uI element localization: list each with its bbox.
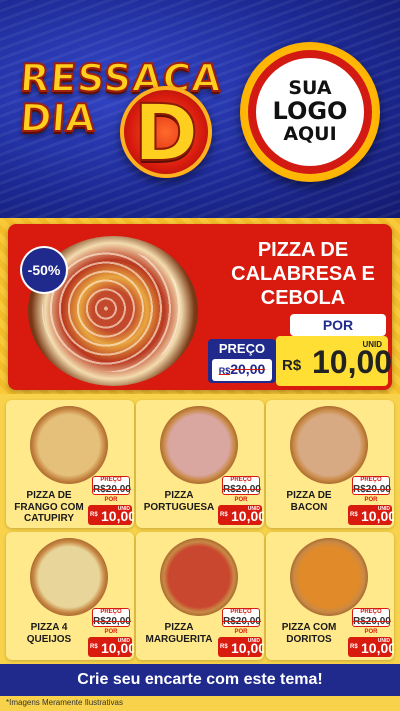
product-grid: PIZZA DE FRANGO COM CATUPIRY PREÇO R$20,00… <box>0 394 400 662</box>
featured-product-name: PIZZA DE CALABRESA E CEBOLA <box>231 239 375 309</box>
por-label: POR <box>290 314 386 336</box>
logo-placeholder[interactable]: SUA LOGO AQUI <box>240 42 380 182</box>
logo-text-line1: SUA <box>288 77 332 100</box>
pizza-image <box>160 406 238 484</box>
new-price-box: R$ 10,00 UNID <box>88 505 134 525</box>
old-price-currency: R$ <box>353 616 366 627</box>
por-label: POR <box>104 629 118 635</box>
por-label: POR <box>364 629 378 635</box>
old-price-currency: R$ <box>223 616 236 627</box>
old-price-currency: R$ <box>93 484 106 495</box>
header-banner: RESSACA DIA D SUA LOGO AQUI <box>0 0 400 218</box>
title-d-badge: D <box>120 86 212 180</box>
new-price-box: R$ 10,00 UNID <box>348 505 394 525</box>
unit-label: UNID <box>377 638 390 644</box>
logo-text-line2: LOGO <box>272 97 348 126</box>
old-price-number: 20,00 <box>235 616 261 627</box>
old-price-number: 20,00 <box>235 484 261 495</box>
por-label: POR <box>104 497 118 503</box>
old-price-number: 20,00 <box>230 361 266 377</box>
por-label: POR <box>234 497 248 503</box>
pizza-image <box>30 406 108 484</box>
old-price-number: 20,00 <box>105 484 131 495</box>
logo-text-line3: AQUI <box>283 122 337 145</box>
discount-badge: -50% <box>22 248 66 292</box>
old-price-value: R$20,00 <box>353 484 391 495</box>
old-price-currency: R$ <box>353 484 366 495</box>
new-price-box: R$ 10,00 UNID <box>348 637 394 657</box>
price-currency: R$ <box>220 644 228 650</box>
product-name: PIZZA DE BACON <box>286 490 332 513</box>
preco-label: PREÇO <box>100 477 122 483</box>
old-price-currency: R$ <box>223 484 236 495</box>
unit-label: UNID <box>377 506 390 512</box>
old-price-value: R$20,00 <box>223 616 261 627</box>
price-currency: R$ <box>90 512 98 518</box>
disclaimer-text: *Imagens Meramente Ilustrativas <box>6 698 123 707</box>
product-card[interactable]: PIZZA DE BACON PREÇO R$20,00 POR R$ 10,00 UNID <box>266 400 394 528</box>
cta-button[interactable]: Crie seu encarte com este tema! <box>0 664 400 696</box>
old-price-currency: R$ <box>93 616 106 627</box>
old-price-value: R$20,00 <box>93 484 131 495</box>
preco-label: PREÇO <box>360 609 382 615</box>
pizza-image <box>290 538 368 616</box>
price-value: 10,00 <box>312 344 393 380</box>
old-price-value: R$20,00 <box>353 616 391 627</box>
product-card[interactable]: PIZZA DE FRANGO COM CATUPIRY PREÇO R$20,00… <box>6 400 134 528</box>
price-currency: R$ <box>282 357 302 374</box>
unit-label: UNID <box>247 506 260 512</box>
preco-label: PREÇO <box>218 341 266 356</box>
logo-red-ring: SUA LOGO AQUI <box>248 50 372 174</box>
old-price-box: PREÇO R$20,00 <box>92 608 131 627</box>
unit-label: UNID <box>117 638 130 644</box>
product-name: PIZZA PORTUGUESA <box>143 490 215 513</box>
old-price-value: R$20,00 <box>223 484 261 495</box>
old-price-box: PREÇO R$20,00 <box>92 476 131 495</box>
unit-label: UNID <box>117 506 130 512</box>
pizza-image <box>160 538 238 616</box>
old-price-box: PREÇO R$20,00 <box>208 339 276 383</box>
product-name: PIZZA 4 QUEIJOS <box>26 622 72 645</box>
old-price-number: 20,00 <box>105 616 131 627</box>
pizza-image <box>290 406 368 484</box>
new-price-box: R$ 10,00 UNID <box>276 336 392 386</box>
new-price-box: R$ 10,00 UNID <box>88 637 134 657</box>
product-name: PIZZA DE FRANGO COM CATUPIRY <box>14 490 84 524</box>
old-price-box: PREÇO R$20,00 <box>352 608 391 627</box>
logo-inner-circle: SUA LOGO AQUI <box>256 58 364 166</box>
product-name: PIZZA COM DORITOS <box>281 622 337 645</box>
por-label: POR <box>234 629 248 635</box>
old-price-currency: R$ <box>218 366 231 376</box>
product-card[interactable]: PIZZA COM DORITOS PREÇO R$20,00 POR R$ 10,00 U… <box>266 532 394 660</box>
preco-label: PREÇO <box>230 477 252 483</box>
preco-label: PREÇO <box>230 609 252 615</box>
unit-label: UNID <box>247 638 260 644</box>
featured-section: -50% PIZZA DE CALABRESA E CEBOLA POR PRE… <box>0 218 400 394</box>
new-price-box: R$ 10,00 UNID <box>218 637 264 657</box>
pizza-image <box>30 538 108 616</box>
product-card[interactable]: PIZZA MARGUERITA PREÇO R$20,00 POR R$ 10,00 UN… <box>136 532 264 660</box>
old-price-value: R$20,00 <box>212 359 272 381</box>
old-price-number: 20,00 <box>365 484 391 495</box>
featured-product-card[interactable]: -50% PIZZA DE CALABRESA E CEBOLA POR PRE… <box>8 224 392 390</box>
preco-label: PREÇO <box>100 609 122 615</box>
por-label: POR <box>364 497 378 503</box>
price-currency: R$ <box>350 512 358 518</box>
old-price-number: 20,00 <box>365 616 391 627</box>
old-price-box: PREÇO R$20,00 <box>222 608 261 627</box>
unit-label: UNID <box>362 340 382 349</box>
old-price-value: R$20,00 <box>93 616 131 627</box>
product-card[interactable]: PIZZA 4 QUEIJOS PREÇO R$20,00 POR R$ 10,00 UNI… <box>6 532 134 660</box>
price-currency: R$ <box>350 644 358 650</box>
title-dia: DIA <box>17 95 97 141</box>
title-d-letter: D <box>133 88 200 180</box>
price-currency: R$ <box>90 644 98 650</box>
old-price-box: PREÇO R$20,00 <box>222 476 261 495</box>
product-name: PIZZA MARGUERITA <box>145 622 213 645</box>
new-price-box: R$ 10,00 UNID <box>218 505 264 525</box>
preco-label: PREÇO <box>360 477 382 483</box>
product-card[interactable]: PIZZA PORTUGUESA PREÇO R$20,00 POR R$ 10,00 UN… <box>136 400 264 528</box>
old-price-box: PREÇO R$20,00 <box>352 476 391 495</box>
price-currency: R$ <box>220 512 228 518</box>
